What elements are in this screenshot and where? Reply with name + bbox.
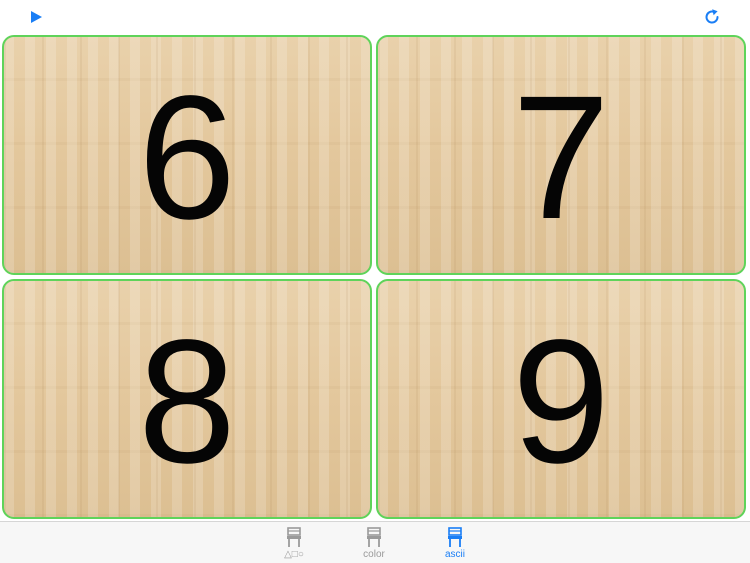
chair-icon [287, 527, 301, 547]
play-icon[interactable] [28, 9, 44, 25]
tab-label: color [363, 549, 385, 560]
tab-color[interactable]: color [344, 524, 404, 562]
tab-shapes[interactable]: △□○ [264, 524, 324, 562]
tab-ascii[interactable]: ascii [425, 524, 485, 562]
refresh-icon[interactable] [702, 7, 722, 27]
number-card[interactable]: 7 [376, 35, 746, 275]
tab-label: ascii [444, 549, 465, 560]
tab-label: △□○ [284, 549, 304, 560]
card-number: 8 [138, 304, 236, 500]
number-card[interactable]: 9 [376, 279, 746, 519]
card-number: 9 [512, 304, 610, 500]
number-card[interactable]: 8 [2, 279, 372, 519]
number-card[interactable]: 6 [2, 35, 372, 275]
tab-bar: △□○ color ascii [0, 521, 750, 563]
chair-icon [367, 527, 381, 547]
card-number: 7 [512, 60, 610, 256]
chair-icon [448, 527, 462, 547]
top-toolbar [0, 0, 750, 34]
card-number: 6 [138, 60, 236, 256]
card-grid: 6 7 8 9 [2, 35, 748, 521]
